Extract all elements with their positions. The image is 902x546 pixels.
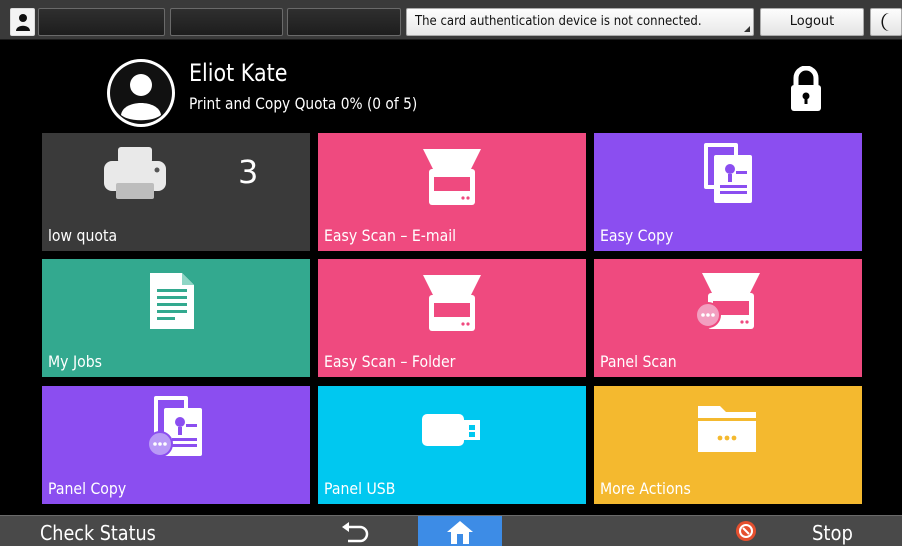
tile-easy-scan-email[interactable]: Easy Scan – E-mail xyxy=(318,133,586,251)
avatar-icon xyxy=(107,59,175,127)
copy-document-icon xyxy=(704,143,752,203)
usb-icon xyxy=(422,414,480,446)
panel-scanner-icon xyxy=(696,273,760,329)
tile-label: Panel Scan xyxy=(600,352,677,371)
status-message-text: The card authentication device is not co… xyxy=(415,14,702,29)
status-slot-2 xyxy=(170,8,283,36)
status-slot-1 xyxy=(38,8,165,36)
expand-corner-icon xyxy=(744,26,750,32)
tile-label: My Jobs xyxy=(48,352,102,371)
tile-my-jobs[interactable]: My Jobs xyxy=(42,259,310,377)
tile-more-actions[interactable]: More Actions xyxy=(594,386,862,504)
tile-label: Easy Copy xyxy=(600,226,674,245)
printer-icon xyxy=(104,147,166,199)
tile-easy-copy[interactable]: Easy Copy xyxy=(594,133,862,251)
panel-copy-icon xyxy=(147,396,202,457)
tile-label: Panel Copy xyxy=(48,479,127,498)
tile-low-quota[interactable]: 3 low quota xyxy=(42,133,310,251)
home-icon xyxy=(447,521,473,544)
tile-easy-scan-folder[interactable]: Easy Scan – Folder xyxy=(318,259,586,377)
check-status-button[interactable]: Check Status xyxy=(40,520,156,546)
tile-label: Easy Scan – Folder xyxy=(324,352,456,371)
home-button[interactable] xyxy=(418,516,502,546)
status-slot-3 xyxy=(287,8,401,36)
back-icon[interactable] xyxy=(340,521,370,543)
folder-more-icon xyxy=(698,406,756,452)
job-count: 3 xyxy=(238,153,259,191)
tile-label: More Actions xyxy=(600,479,691,498)
tile-label: Easy Scan – E-mail xyxy=(324,226,457,245)
tile-panel-scan[interactable]: Panel Scan xyxy=(594,259,862,377)
user-icon[interactable] xyxy=(10,8,35,36)
lock-icon[interactable] xyxy=(788,65,824,112)
bottom-bar: Check Status Stop xyxy=(0,515,902,546)
scanner-icon xyxy=(423,149,481,205)
tile-panel-usb[interactable]: Panel USB xyxy=(318,386,586,504)
scanner-icon xyxy=(423,275,481,331)
moon-icon[interactable] xyxy=(870,8,902,36)
tile-label: Panel USB xyxy=(324,479,396,498)
top-status-bar: The card authentication device is not co… xyxy=(0,0,902,40)
tile-panel-copy[interactable]: Panel Copy xyxy=(42,386,310,504)
document-icon xyxy=(150,273,194,329)
stop-button[interactable]: Stop xyxy=(812,520,853,546)
logout-button[interactable]: Logout xyxy=(760,8,864,36)
tile-label: low quota xyxy=(48,226,118,245)
user-name: Eliot Kate xyxy=(189,59,288,87)
stop-icon[interactable] xyxy=(736,521,756,541)
user-quota: Print and Copy Quota 0% (0 of 5) xyxy=(189,94,418,113)
status-message[interactable]: The card authentication device is not co… xyxy=(406,8,754,36)
